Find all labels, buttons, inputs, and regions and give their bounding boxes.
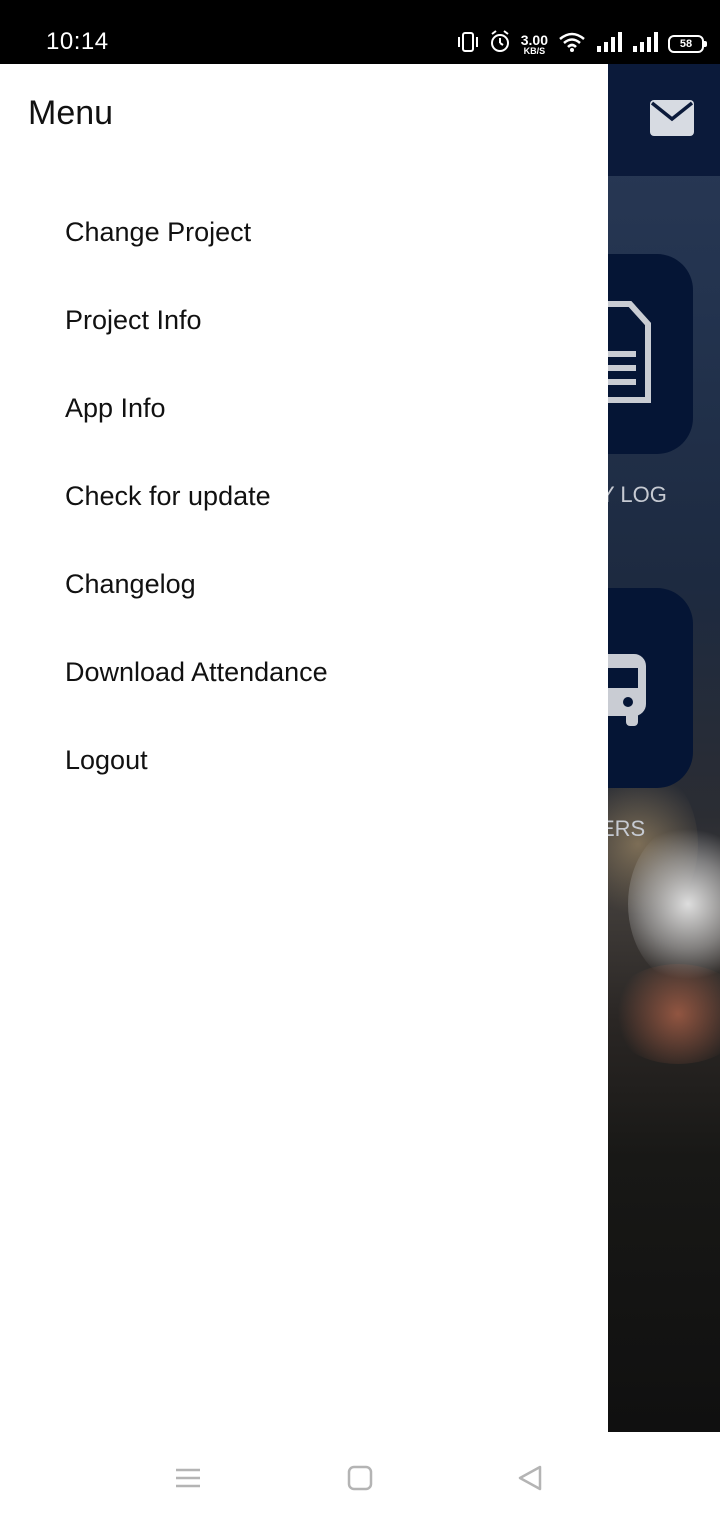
network-speed: 3.00 KB/S [520,31,548,56]
drawer-title: Menu [28,94,114,132]
menu-icon[interactable] [172,1462,204,1494]
tile-label: Y LOG [608,482,667,507]
signal-icon [632,31,658,58]
menu-item-download-attendance[interactable]: Download Attendance [0,628,608,716]
status-time: 10:14 [46,28,109,55]
daily-log-tile[interactable] [608,254,693,454]
document-icon [608,254,693,459]
home-square-icon[interactable] [344,1462,376,1494]
mail-icon[interactable] [650,100,694,136]
background-app: Y LOG ERS [608,64,720,1432]
menu-list: Change Project Project Info App Info Che… [0,188,608,804]
status-icons: 3.00 KB/S 58 [457,29,707,59]
back-triangle-icon[interactable] [514,1462,546,1494]
tile-label: ERS [608,816,646,841]
signal-icon [596,31,622,58]
wifi-icon [558,31,586,58]
menu-item-logout[interactable]: Logout [0,716,608,804]
vibrate-icon [457,30,479,59]
menu-item-change-project[interactable]: Change Project [0,188,608,276]
menu-item-app-info[interactable]: App Info [0,364,608,452]
app-header [608,64,720,176]
status-bar: 10:14 3.00 KB/S 58 [0,0,720,64]
menu-item-project-info[interactable]: Project Info [0,276,608,364]
menu-item-changelog[interactable]: Changelog [0,540,608,628]
menu-item-check-for-update[interactable]: Check for update [0,452,608,540]
battery-icon: 58 [668,35,707,53]
transport-tile[interactable] [608,588,693,788]
alarm-icon [489,29,511,59]
navigation-drawer: Menu Change Project Project Info App Inf… [0,64,608,1432]
system-nav-bar [0,1432,720,1520]
bus-icon [608,588,693,793]
